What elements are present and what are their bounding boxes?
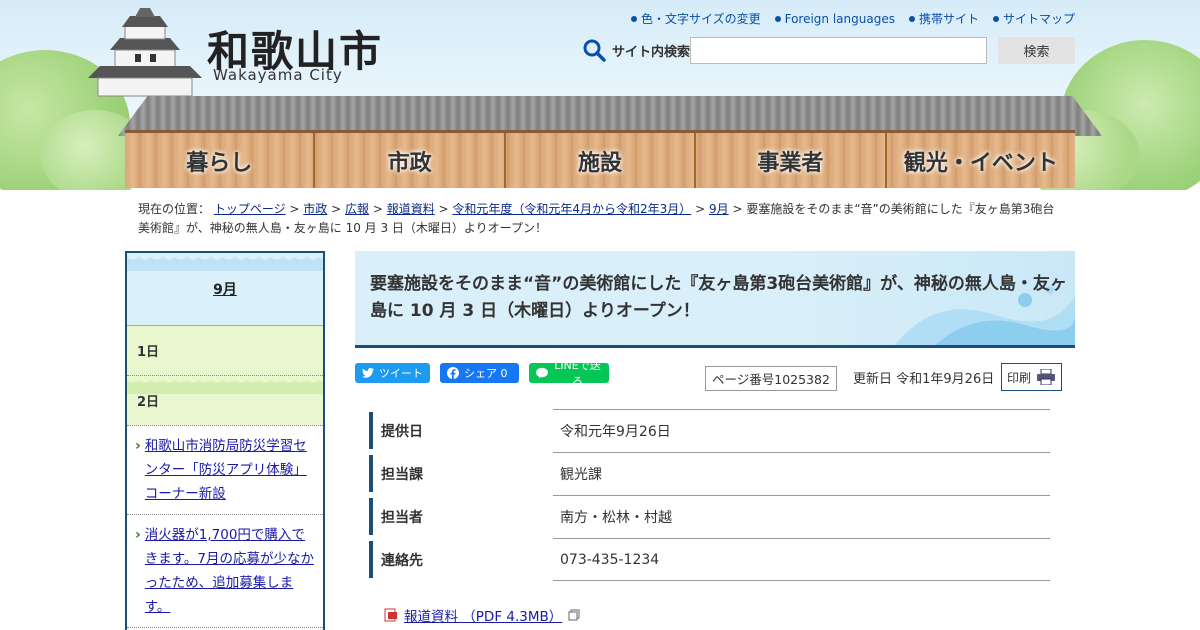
nav-item-business[interactable]: 事業者 xyxy=(696,133,887,188)
chevron-right-icon: › xyxy=(135,527,141,543)
new-window-icon xyxy=(568,609,580,621)
sidebar-item-link[interactable]: 消火器が1,700円で購入できます。7月の応募が少なかったため、追加募集します。 xyxy=(145,523,317,619)
info-row-person: 担当者 南方・松林・村越 xyxy=(369,495,1050,538)
facebook-icon xyxy=(447,367,459,379)
wave-decoration xyxy=(127,253,323,271)
link-foreign-languages[interactable]: Foreign languages xyxy=(774,10,895,27)
search-icon xyxy=(583,39,606,62)
utility-links: 色・文字サイズの変更 Foreign languages 携帯サイト サイトマッ… xyxy=(630,10,1075,27)
global-nav: 暮らし 市政 施設 事業者 観光・イベント xyxy=(125,130,1075,188)
nav-item-living[interactable]: 暮らし xyxy=(125,133,316,188)
breadcrumb-link-month[interactable]: 9月 xyxy=(709,202,729,216)
sidebar-item[interactable]: › 消火器が1,700円で購入できます。7月の応募が少なかったため、追加募集しま… xyxy=(127,515,323,628)
info-row-department: 担当課 観光課 xyxy=(369,452,1050,495)
line-icon xyxy=(536,367,548,379)
breadcrumb: 現在の位置： トップページ > 市政 > 広報 > 報道資料 > 令和元年度（令… xyxy=(138,202,1055,235)
nav-item-city-government[interactable]: 市政 xyxy=(315,133,506,188)
search-button[interactable]: 検索 xyxy=(998,37,1075,64)
tweet-button[interactable]: ツイート xyxy=(355,363,430,383)
pdf-download: 報道資料 （PDF 4.3MB） xyxy=(384,605,580,625)
link-mobile-site[interactable]: 携帯サイト xyxy=(908,10,979,27)
updated-date: 更新日 令和1年9月26日 xyxy=(853,372,995,387)
sidebar-month-link[interactable]: 9月 xyxy=(213,279,237,299)
chevron-right-icon: › xyxy=(135,438,141,454)
pdf-download-link[interactable]: 報道資料 （PDF 4.3MB） xyxy=(404,605,562,625)
info-row-contact: 連絡先 073-435-1234 xyxy=(369,538,1050,581)
breadcrumb-link-top[interactable]: トップページ xyxy=(214,202,286,216)
site-header: 和歌山市 Wakayama City 色・文字サイズの変更 Foreign la… xyxy=(0,0,1200,190)
link-color-text-size[interactable]: 色・文字サイズの変更 xyxy=(630,10,761,27)
info-key: 担当課 xyxy=(369,455,536,492)
link-label: サイトマップ xyxy=(1002,12,1075,26)
sidebar-header: 9月 xyxy=(127,253,323,326)
share-buttons: ツイート シェア 0 LINEで送る xyxy=(355,359,609,388)
printer-icon xyxy=(1037,369,1056,385)
info-value: 令和元年9月26日 xyxy=(553,409,1050,452)
facebook-share-button[interactable]: シェア 0 xyxy=(440,363,519,383)
castle-logo-icon[interactable] xyxy=(80,8,210,98)
link-label: 携帯サイト xyxy=(918,12,979,26)
bullet-icon xyxy=(630,15,637,22)
print-label: 印刷 xyxy=(1007,370,1032,385)
info-key: 提供日 xyxy=(369,412,536,449)
search-input[interactable] xyxy=(690,37,987,64)
bullet-icon xyxy=(992,15,999,22)
wave-decoration xyxy=(127,376,323,394)
link-label: Foreign languages xyxy=(784,11,895,26)
facebook-share-label: シェア 0 xyxy=(464,367,508,380)
search-label-text: サイト内検索 xyxy=(612,44,691,60)
bullet-icon xyxy=(908,15,915,22)
line-share-button[interactable]: LINEで送る xyxy=(529,359,609,388)
breadcrumb-link-press[interactable]: 報道資料 xyxy=(387,202,435,216)
link-label: 色・文字サイズの変更 xyxy=(640,12,761,26)
breadcrumb-link-fiscal-year[interactable]: 令和元年度（令和元年4月から令和2年3月） xyxy=(452,202,691,216)
line-share-label: LINEで送る xyxy=(554,359,601,388)
info-value: 南方・松林・村越 xyxy=(553,495,1050,538)
info-row-date: 提供日 令和元年9月26日 xyxy=(369,409,1050,452)
sidebar-day-1: 1日 xyxy=(127,326,323,376)
nav-item-facilities[interactable]: 施設 xyxy=(506,133,697,188)
article-title-box: 要塞施設をそのまま“音”の美術館にした『友ヶ島第3砲台美術館』が、神秘の無人島・… xyxy=(355,251,1075,348)
day-label: 1日 xyxy=(137,345,160,360)
site-logo-subtitle: Wakayama City xyxy=(213,66,343,84)
sidebar-item-link[interactable]: 和歌山市消防局防災学習センター「防災アプリ体験」コーナー新設 xyxy=(145,434,317,506)
link-sitemap[interactable]: サイトマップ xyxy=(992,10,1075,27)
sidebar: 9月 1日 2日 › 和歌山市消防局防災学習センター「防災アプリ体験」コーナー新… xyxy=(125,251,325,630)
print-button[interactable]: 印刷 xyxy=(1001,363,1062,391)
search-label: サイト内検索 xyxy=(582,38,690,62)
info-value: 073-435-1234 xyxy=(553,538,1050,581)
breadcrumb-link-pr[interactable]: 広報 xyxy=(345,202,369,216)
pdf-file-icon xyxy=(384,608,397,622)
info-table: 提供日 令和元年9月26日 担当課 観光課 担当者 南方・松林・村越 連絡先 0… xyxy=(369,409,1050,581)
sidebar-day-2: 2日 xyxy=(127,376,323,426)
breadcrumb-prefix: 現在の位置： xyxy=(138,202,211,216)
sidebar-item[interactable]: › 和歌山市消防局防災学習センター「防災アプリ体験」コーナー新設 xyxy=(127,426,323,515)
info-key: 連絡先 xyxy=(369,541,536,578)
page-number: ページ番号1025382 xyxy=(705,366,837,391)
tweet-label: ツイート xyxy=(379,367,423,380)
twitter-bird-icon xyxy=(362,368,374,378)
breadcrumb-link-city-gov[interactable]: 市政 xyxy=(303,202,327,216)
nav-item-tourism-events[interactable]: 観光・イベント xyxy=(887,133,1075,188)
info-value: 観光課 xyxy=(553,452,1050,495)
info-key: 担当者 xyxy=(369,498,536,535)
page-title: 要塞施設をそのまま“音”の美術館にした『友ヶ島第3砲台美術館』が、神秘の無人島・… xyxy=(370,274,1067,321)
bullet-icon xyxy=(774,15,781,22)
